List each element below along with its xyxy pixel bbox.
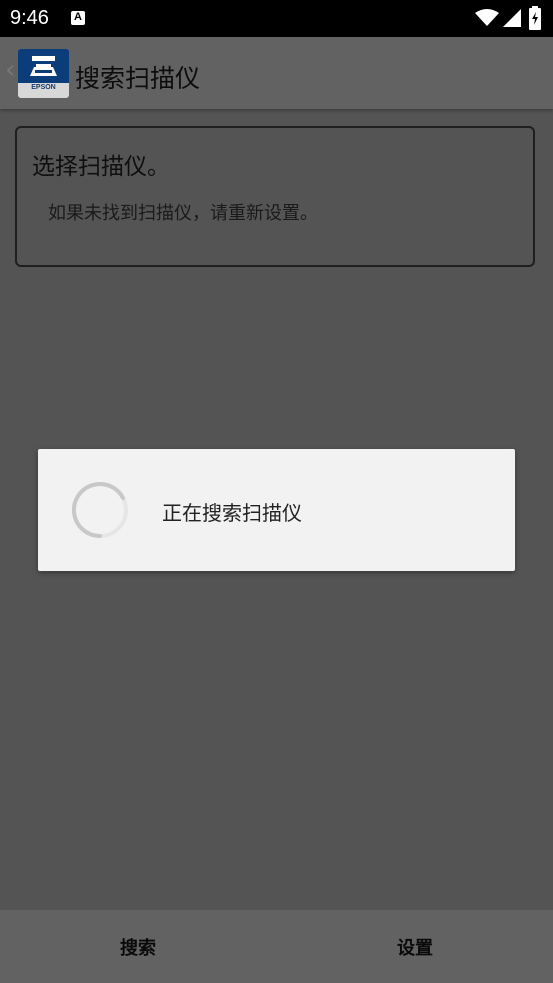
page-title: 搜索扫描仪 [75, 64, 201, 93]
signal-icon [503, 9, 521, 27]
notification-a-icon [71, 11, 85, 25]
logo-text: EPSON [31, 84, 56, 91]
card-heading: 选择扫描仪。 [32, 154, 170, 180]
settings-button[interactable]: 设置 [277, 910, 553, 983]
wifi-icon [475, 9, 499, 26]
progress-dialog: 正在搜索扫描仪 [38, 449, 515, 571]
status-time: 9:46 [10, 7, 49, 29]
bottom-bar: 搜索 设置 [0, 910, 553, 983]
loading-spinner-icon [71, 482, 128, 539]
battery-icon [529, 6, 541, 30]
search-button[interactable]: 搜索 [0, 910, 276, 983]
card-message: 如果未找到扫描仪，请重新设置。 [48, 203, 318, 224]
info-card: 选择扫描仪。 如果未找到扫描仪，请重新设置。 [15, 126, 535, 267]
app-bar: ‹ EPSON 搜索扫描仪 [0, 37, 553, 109]
dialog-message: 正在搜索扫描仪 [162, 501, 302, 525]
epson-logo-icon[interactable]: EPSON [18, 49, 69, 98]
back-arrow-icon[interactable]: ‹ [5, 57, 15, 83]
status-bar: 9:46 [0, 0, 553, 37]
